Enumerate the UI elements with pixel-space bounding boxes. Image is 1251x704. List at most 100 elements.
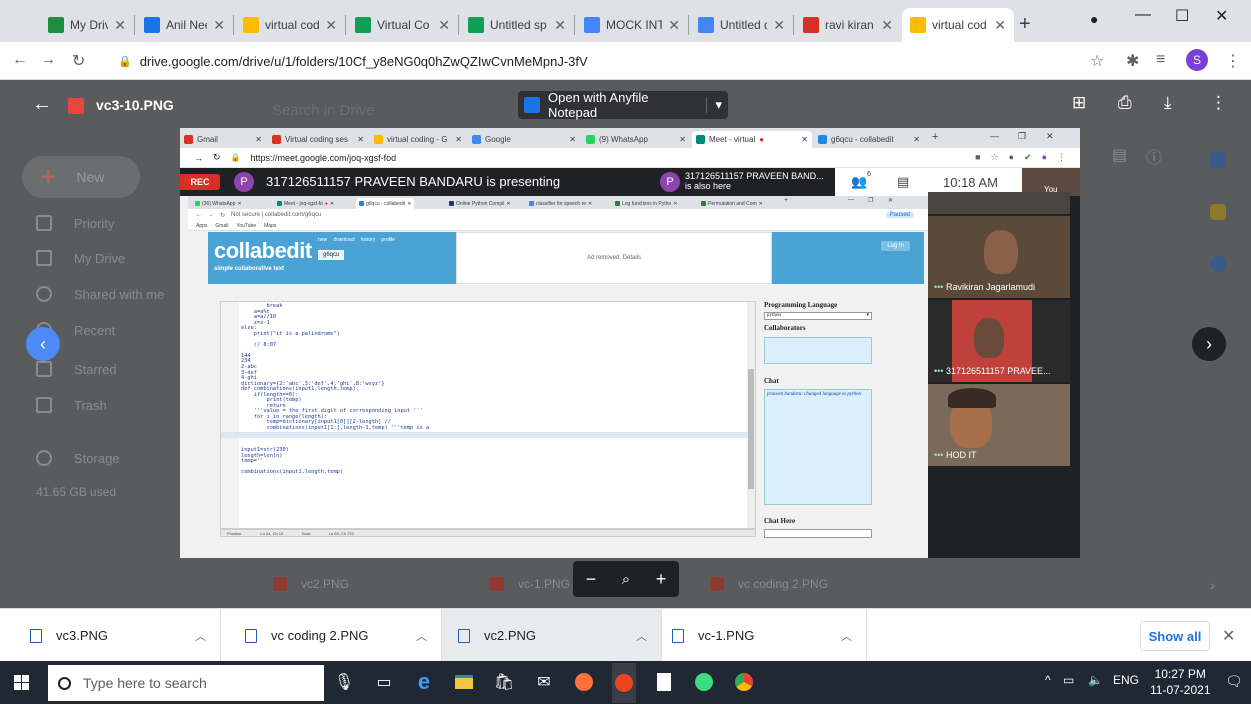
new-button[interactable]: + New (22, 156, 140, 198)
android-icon[interactable] (692, 670, 716, 694)
mail-icon[interactable]: ✉ (532, 670, 556, 694)
file-vc-coding-2[interactable]: vc coding 2.PNG (710, 577, 828, 591)
close-icon[interactable]: ✕ (773, 17, 785, 34)
tray-chevron-up-icon[interactable]: ^ (1045, 673, 1051, 687)
close-window-button[interactable]: ✕ (1215, 6, 1228, 26)
close-icon[interactable]: ✕ (325, 17, 337, 34)
document-icon[interactable] (652, 670, 676, 694)
nav-priority[interactable]: Priority (36, 215, 114, 231)
inner-tab-google: Google ✕ (468, 131, 580, 148)
download-item[interactable]: vc2.PNG ︿ (442, 609, 662, 662)
inner-tab-collabedit: g6qcu - collabedit ✕ (814, 131, 924, 148)
maximize-button[interactable]: ☐ (1175, 6, 1189, 26)
close-icon[interactable]: ✕ (881, 17, 893, 34)
menu-icon[interactable]: ⋮ (1225, 51, 1241, 71)
download-icon[interactable]: ⤓ (1164, 93, 1172, 113)
tab-anil-neeru[interactable]: Anil Neeru✕ (136, 8, 233, 42)
previous-file-button[interactable]: ‹ (26, 327, 60, 361)
minimize-button[interactable]: — (1135, 6, 1151, 24)
next-file-button[interactable]: › (1192, 327, 1226, 361)
close-icon[interactable]: ✕ (994, 17, 1006, 34)
nav-storage[interactable]: Storage (36, 450, 120, 466)
tab-untitled-d[interactable]: Untitled d ✕ (690, 8, 793, 42)
download-item[interactable]: vc3.PNG ︿ (0, 609, 221, 662)
lock-icon: 🔒 (118, 55, 132, 68)
chevron-up-icon[interactable]: ︿ (416, 628, 427, 644)
close-icon: ✕ (888, 198, 894, 204)
reload-icon[interactable]: ↻ (72, 51, 85, 71)
zoom-in-button[interactable]: + (656, 569, 667, 590)
tab-my-drive[interactable]: My Drive - ✕ (40, 8, 134, 42)
taskbar-clock[interactable]: 10:27 PM 11-07-2021 (1150, 666, 1211, 698)
profile-avatar[interactable]: S (1186, 49, 1208, 71)
extensions-icon[interactable]: ✱ (1126, 51, 1139, 71)
zoom-out-button[interactable]: − (586, 569, 597, 590)
add-to-drive-icon[interactable]: ⊞ (1072, 93, 1086, 113)
chat-icon: ▤ (897, 174, 910, 189)
close-icon[interactable]: ✕ (114, 17, 126, 34)
file-vc1[interactable]: vc-1.PNG (490, 577, 570, 591)
download-item[interactable]: vc-1.PNG ︿ (662, 609, 867, 662)
chevron-down-icon[interactable]: ▾ (706, 97, 722, 113)
close-icon[interactable]: ✕ (1222, 626, 1235, 646)
download-item[interactable]: vc coding 2.PNG ︿ (221, 609, 442, 662)
close-icon[interactable]: ✕ (668, 17, 680, 34)
tab-search-icon[interactable]: ● (1090, 11, 1098, 27)
nav-trash[interactable]: Trash (36, 397, 107, 413)
google-icon (472, 135, 481, 144)
firefox-icon[interactable] (572, 670, 596, 694)
sheets-icon (468, 17, 484, 33)
recording-icon: ● (759, 135, 765, 144)
back-icon[interactable]: ← (12, 51, 28, 69)
forward-icon[interactable]: → (40, 51, 56, 69)
editor-scrollbar (747, 302, 755, 528)
taskbar-search-input[interactable]: Type here to search (48, 665, 324, 701)
image-file-icon (710, 577, 724, 591)
editor-status-bar: Position: Ln 34, Ch 15 Total: Ln 63, Ch 722 (220, 529, 756, 537)
print-icon[interactable]: ⎙ (1118, 93, 1132, 113)
close-preview-icon[interactable]: ← (32, 93, 52, 116)
chevron-up-icon[interactable]: ︿ (195, 628, 206, 644)
zoom-reset-icon[interactable]: ⌕ (622, 571, 630, 588)
reload-icon: ↻ (213, 152, 221, 162)
office-icon[interactable] (612, 663, 636, 703)
document-id: g6qcu (318, 250, 345, 260)
address-bar[interactable]: 🔒 drive.google.com/drive/u/1/folders/10Cf… (118, 47, 1078, 75)
notifications-icon[interactable]: 🗨 (1225, 673, 1243, 690)
tab-mock-int[interactable]: MOCK INT ✕ (576, 8, 688, 42)
battery-icon[interactable]: ▭ (1063, 673, 1074, 687)
star-icon[interactable]: ☆ (1090, 51, 1104, 71)
restore-icon: ❐ (1018, 131, 1027, 141)
show-all-button[interactable]: Show all (1140, 621, 1210, 651)
close-icon[interactable]: ✕ (554, 17, 566, 34)
tab-virtual-co[interactable]: Virtual Co ✕ (347, 8, 458, 42)
close-icon: ✕ (913, 135, 920, 144)
more-actions-icon[interactable]: ⋮ (1210, 93, 1227, 113)
tab-virtual-cod-1[interactable]: virtual cod ✕ (235, 8, 345, 42)
edge-icon[interactable]: e (412, 669, 436, 694)
nav-starred[interactable]: Starred (36, 361, 117, 377)
chevron-up-icon[interactable]: ︿ (841, 628, 852, 644)
close-icon[interactable]: ✕ (438, 17, 450, 34)
file-explorer-icon[interactable] (452, 670, 476, 694)
store-icon[interactable]: 🛍 (492, 670, 516, 694)
reading-list-icon[interactable]: ≡ (1156, 51, 1165, 69)
microphone-icon[interactable]: 🎙 (332, 670, 356, 694)
tab-untitled-sp[interactable]: Untitled sp ✕ (460, 8, 574, 42)
chrome-icon[interactable] (732, 670, 756, 694)
language-indicator[interactable]: ENG (1113, 673, 1139, 687)
windows-start-icon[interactable] (14, 675, 30, 691)
nav-my-drive[interactable]: My Drive (36, 250, 125, 266)
volume-icon[interactable]: 🔈 (1088, 673, 1103, 687)
task-view-icon[interactable]: ▭ (372, 670, 396, 694)
close-icon[interactable]: ✕ (213, 17, 225, 34)
chevron-up-icon[interactable]: ︿ (636, 628, 647, 644)
nav-shared[interactable]: Shared with me (36, 286, 164, 302)
file-vc2[interactable]: vc2.PNG (273, 577, 349, 591)
tab-ravi-kiran[interactable]: ravi kiran ✕ (795, 8, 901, 42)
reload-icon: ↻ (220, 212, 226, 219)
open-with-button[interactable]: Open with Anyfile Notepad ▾ (518, 90, 728, 120)
inner-tab-meet: Meet - virtual ● ✕ (692, 131, 812, 148)
tab-virtual-cod-active[interactable]: virtual cod ✕ (902, 8, 1014, 42)
new-tab-button[interactable]: + (1019, 13, 1031, 36)
